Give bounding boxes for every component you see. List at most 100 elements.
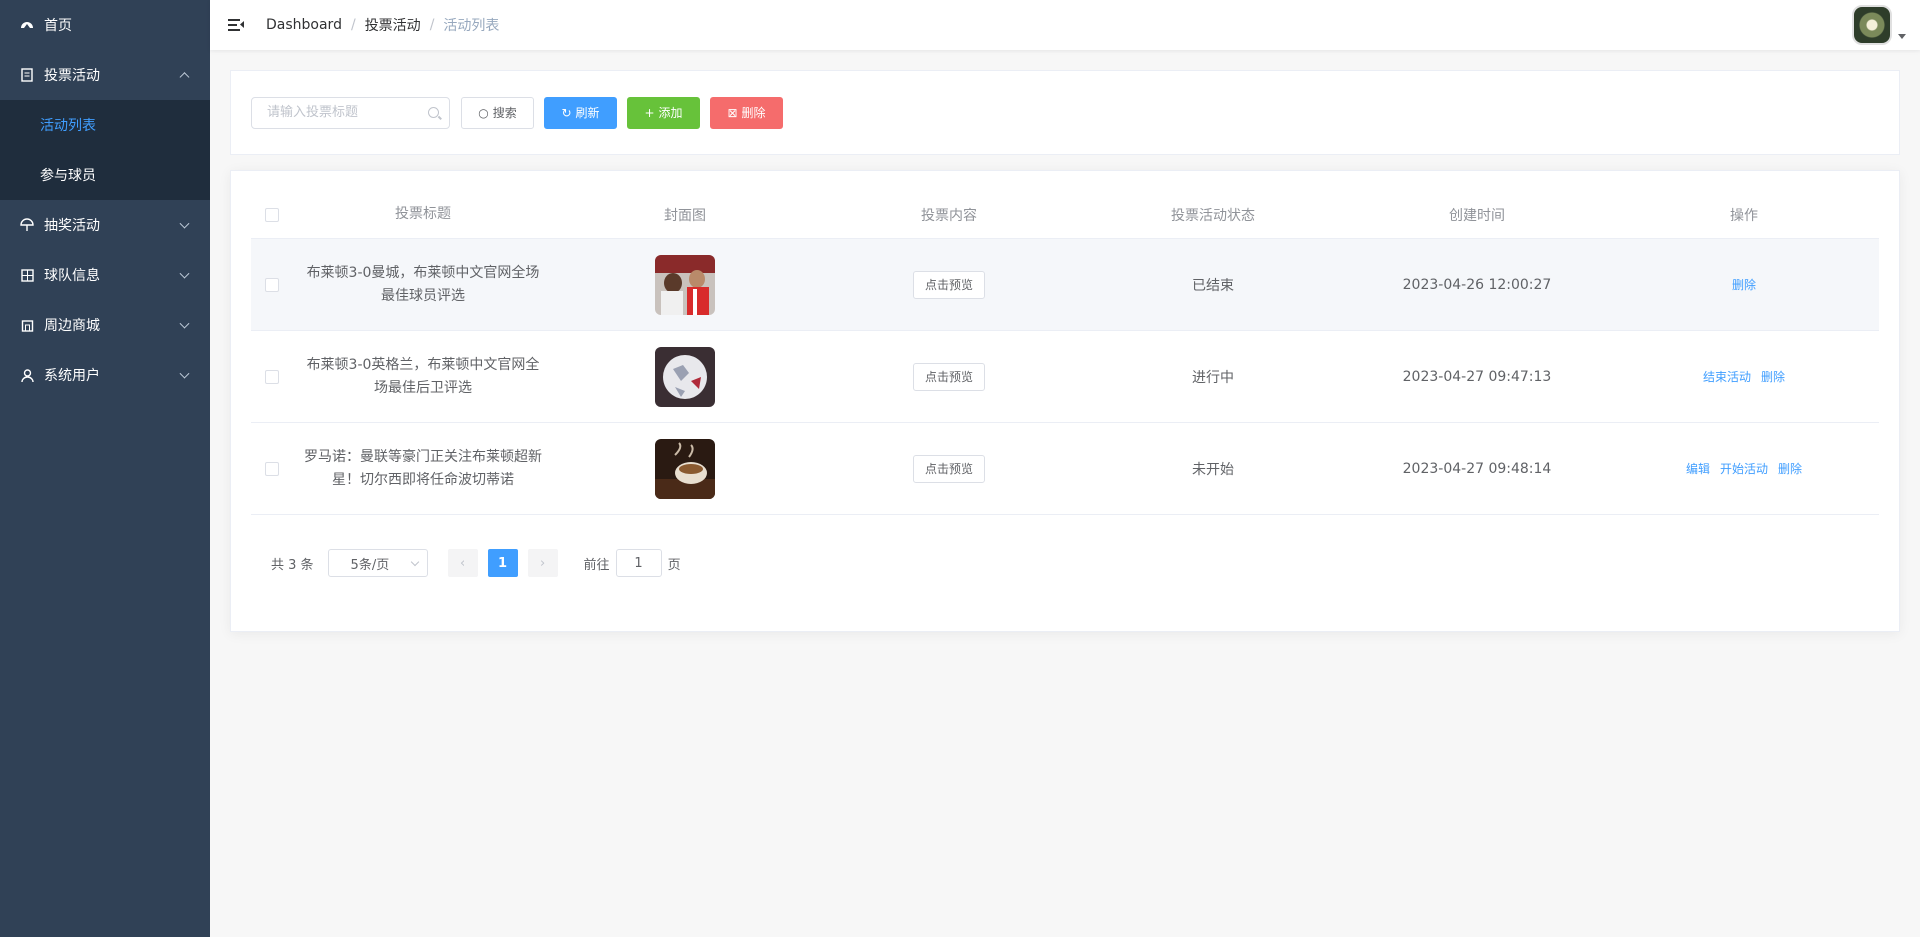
row-status: 已结束 — [1192, 277, 1234, 294]
row-title: 罗马诺：曼联等豪门正关注布莱顿超新星！切尔西即将任命波切蒂诺 — [304, 448, 542, 488]
table-row: 布莱顿3-0英格兰，布莱顿中文官网全场最佳后卫评选 点击预览 进行中 2023-… — [251, 331, 1879, 423]
delete-button[interactable]: ⊠ 删除 — [710, 96, 783, 129]
delete-link[interactable]: 删除 — [1732, 276, 1756, 293]
search-field — [251, 96, 450, 129]
breadcrumb-separator: / — [350, 17, 356, 33]
table-header: 投票标题 封面图 投票内容 投票活动状态 创建时间 操作 — [251, 191, 1879, 239]
header-cover: 封面图 — [664, 207, 706, 224]
start-activity-link[interactable]: 开始活动 — [1720, 460, 1768, 477]
menu-item-home[interactable]: 首页 — [0, 0, 210, 50]
menu-label: 投票活动 — [44, 68, 100, 84]
breadcrumb-item-vote[interactable]: 投票活动 — [365, 15, 421, 35]
row-checkbox[interactable] — [265, 461, 279, 476]
header-status: 投票活动状态 — [1171, 207, 1255, 224]
pagination-total: 共 3 条 — [271, 557, 314, 573]
select-all-checkbox[interactable] — [265, 207, 279, 222]
breadcrumb-separator: / — [429, 17, 435, 33]
menu-item-vote[interactable]: 投票活动 — [0, 50, 210, 100]
preview-button[interactable]: 点击预览 — [912, 270, 985, 299]
header-title: 投票标题 — [395, 206, 451, 222]
search-icon — [428, 106, 439, 118]
header-ops: 操作 — [1730, 207, 1758, 224]
delete-link[interactable]: 删除 — [1761, 368, 1785, 385]
user-icon — [20, 368, 34, 382]
add-button[interactable]: + 添加 — [627, 96, 700, 129]
menu-item-lottery[interactable]: 抽奖活动 — [0, 200, 210, 250]
menu-item-mall[interactable]: 周边商城 — [0, 300, 210, 350]
submenu-item-activity-list[interactable]: 活动列表 — [0, 100, 210, 150]
header-time: 创建时间 — [1449, 207, 1505, 224]
search-icon: ○ — [478, 105, 489, 120]
button-label: 删除 — [741, 106, 766, 120]
row-time: 2023-04-27 09:48:14 — [1402, 460, 1552, 477]
table-card: 投票标题 封面图 投票内容 投票活动状态 创建时间 操作 布莱顿3-0曼城，布莱… — [230, 170, 1900, 632]
row-checkbox[interactable] — [265, 277, 279, 292]
goto-page-input[interactable] — [615, 549, 662, 577]
submenu-item-players[interactable]: 参与球员 — [0, 150, 210, 200]
delete-icon: ⊠ — [727, 105, 738, 120]
page-size-value: 5条/页 — [350, 557, 390, 573]
umbrella-icon — [20, 218, 34, 232]
vote-table: 投票标题 封面图 投票内容 投票活动状态 创建时间 操作 布莱顿3-0曼城，布莱… — [251, 191, 1879, 515]
page-suffix: 页 — [667, 557, 681, 573]
chevron-down-icon — [179, 218, 190, 229]
delete-link[interactable]: 删除 — [1778, 460, 1802, 477]
cover-image[interactable] — [655, 346, 715, 407]
avatar[interactable] — [1852, 5, 1892, 45]
menu-label: 抽奖活动 — [44, 218, 100, 234]
chevron-left-icon: ‹ — [459, 555, 466, 571]
row-status: 进行中 — [1192, 369, 1234, 386]
menu-label: 周边商城 — [44, 318, 100, 334]
submenu-vote: 活动列表 参与球员 — [0, 100, 210, 200]
chevron-down-icon — [179, 318, 190, 329]
button-label: 刷新 — [575, 106, 600, 120]
page-number[interactable]: 1 — [487, 549, 518, 577]
chevron-down-icon — [410, 557, 419, 567]
header-content: 投票内容 — [921, 207, 977, 224]
menu-label: 首页 — [44, 18, 72, 34]
page-size-select[interactable]: 5条/页 — [327, 549, 428, 577]
breadcrumb-item-dashboard[interactable]: Dashboard — [266, 17, 342, 33]
shop-icon — [20, 318, 34, 332]
next-page-button[interactable]: › — [527, 549, 558, 577]
breadcrumb-item-current: 活动列表 — [443, 18, 500, 34]
row-time: 2023-04-27 09:47:13 — [1402, 368, 1552, 385]
hamburger-menu-icon[interactable] — [228, 17, 244, 33]
document-icon — [20, 68, 34, 82]
row-title: 布莱顿3-0英格兰，布莱顿中文官网全场最佳后卫评选 — [306, 356, 540, 396]
preview-button[interactable]: 点击预览 — [912, 362, 985, 391]
page-jumper: 前往 页 — [584, 549, 681, 577]
user-avatar-dropdown[interactable] — [1852, 5, 1906, 45]
menu-label: 系统用户 — [44, 368, 100, 384]
chevron-right-icon: › — [539, 555, 546, 571]
row-checkbox[interactable] — [265, 369, 279, 384]
caret-down-icon — [1898, 34, 1906, 39]
pagination: 共 3 条 5条/页 ‹ 1 › 前往 页 — [271, 549, 681, 577]
menu-item-users[interactable]: 系统用户 — [0, 350, 210, 400]
filter-toolbar: ○ 搜索 ↻ 刷新 + 添加 ⊠ 删除 — [230, 70, 1900, 155]
search-button[interactable]: ○ 搜索 — [461, 96, 534, 129]
row-status: 未开始 — [1192, 461, 1234, 478]
chevron-down-icon — [179, 368, 190, 379]
end-activity-link[interactable]: 结束活动 — [1703, 368, 1751, 385]
chevron-up-icon — [179, 72, 190, 83]
button-label: 添加 — [658, 106, 683, 120]
prev-page-button[interactable]: ‹ — [447, 549, 478, 577]
edit-link[interactable]: 编辑 — [1686, 460, 1710, 477]
grid-icon — [20, 268, 34, 282]
chevron-down-icon — [179, 268, 190, 279]
breadcrumb: Dashboard / 投票活动 / 活动列表 — [266, 15, 499, 35]
table-row: 布莱顿3-0曼城，布莱顿中文官网全场最佳球员评选 点击预览 已结束 2023-0… — [251, 239, 1879, 331]
row-title: 布莱顿3-0曼城，布莱顿中文官网全场最佳球员评选 — [306, 264, 540, 304]
sidebar: 首页 投票活动 活动列表 参与球员 抽奖活动 球队信息 周边商城 系统用户 — [0, 0, 210, 937]
goto-label: 前往 — [583, 557, 610, 573]
cover-image[interactable] — [655, 438, 715, 499]
search-input[interactable] — [252, 97, 449, 128]
menu-item-team[interactable]: 球队信息 — [0, 250, 210, 300]
navbar: Dashboard / 投票活动 / 活动列表 — [210, 0, 1920, 50]
menu-label: 球队信息 — [44, 268, 100, 284]
cover-image[interactable] — [655, 254, 715, 315]
refresh-button[interactable]: ↻ 刷新 — [544, 96, 617, 129]
dashboard-icon — [20, 18, 34, 32]
preview-button[interactable]: 点击预览 — [912, 454, 985, 483]
